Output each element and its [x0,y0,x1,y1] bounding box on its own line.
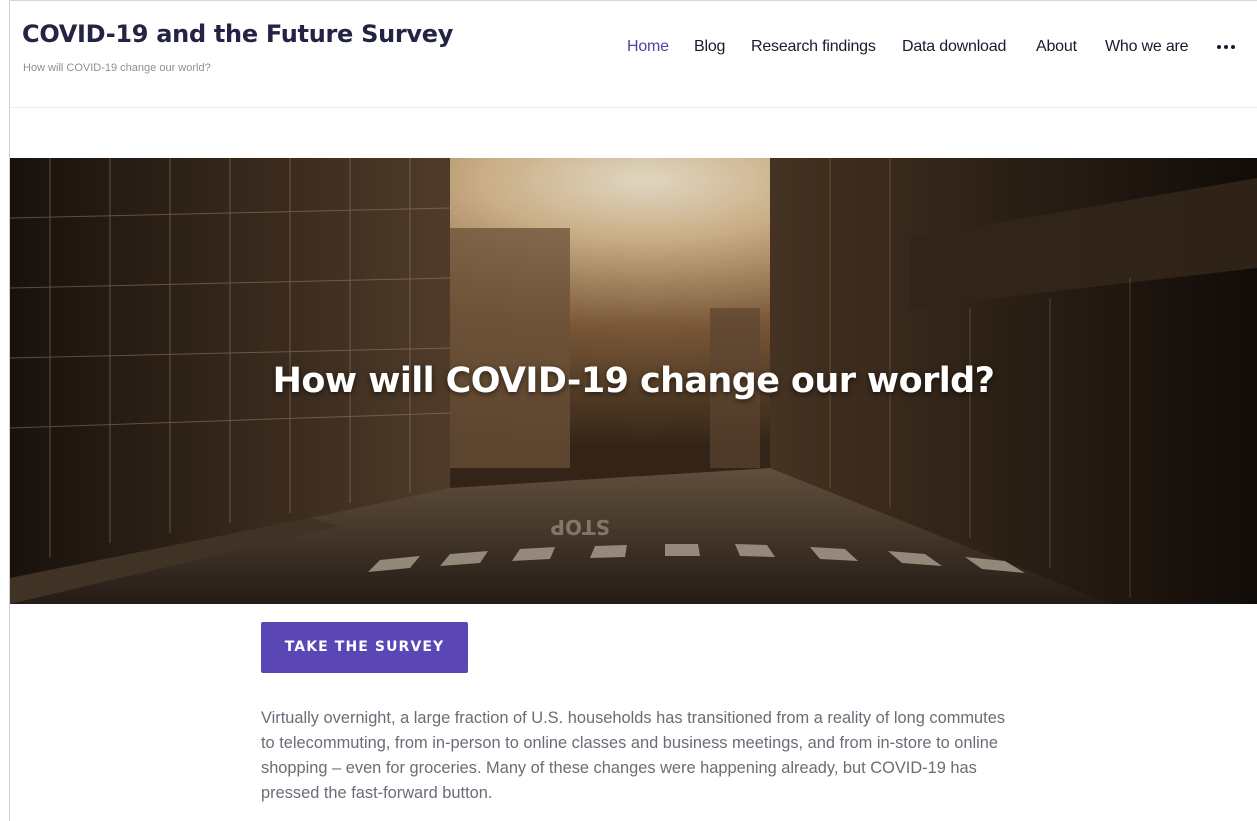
more-horizontal-icon[interactable] [1217,43,1237,51]
take-survey-button[interactable]: TAKE THE SURVEY [261,622,468,673]
page: COVID-19 and the Future Survey How will … [0,0,1257,821]
nav-item-research-findings[interactable]: Research findings [751,38,876,56]
site-header: COVID-19 and the Future Survey How will … [10,1,1257,108]
main-nav: Home Blog Research findings Data downloa… [10,38,1257,58]
intro-paragraph: Virtually overnight, a large fraction of… [261,709,1006,802]
nav-item-home[interactable]: Home [627,38,669,56]
hero-heading: How will COVID-19 change our world? [272,361,995,401]
site-tagline: How will COVID-19 change our world? [23,62,211,74]
nav-item-about[interactable]: About [1036,38,1077,56]
nav-item-blog[interactable]: Blog [694,38,725,56]
hero-banner: STOP How will COVID-19 change our world? [10,158,1257,604]
nav-item-data-download[interactable]: Data download [902,38,1006,56]
nav-item-who-we-are[interactable]: Who we are [1105,38,1189,56]
